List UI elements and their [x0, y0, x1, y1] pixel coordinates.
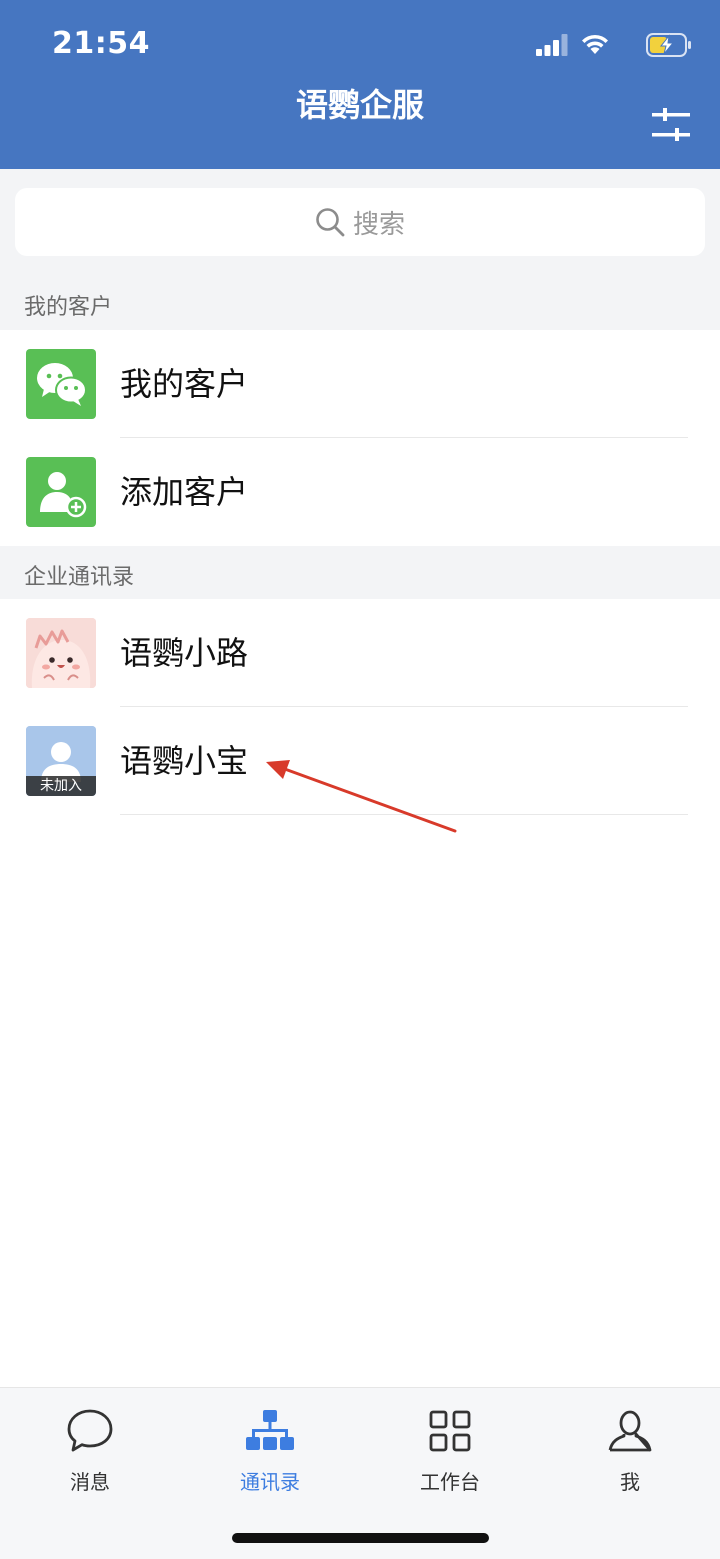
tab-label: 消息: [70, 1470, 110, 1494]
chat-bubble-icon: [67, 1409, 113, 1452]
annotation-arrow: [266, 760, 457, 833]
org-chart-icon: [246, 1410, 294, 1450]
tab-label: 我: [620, 1470, 640, 1494]
tab-me[interactable]: 我: [560, 1408, 700, 1495]
grid-icon: [429, 1410, 471, 1452]
person-icon: [608, 1410, 652, 1452]
home-indicator: [232, 1533, 489, 1543]
tab-label: 工作台: [420, 1470, 480, 1494]
tab-messages[interactable]: 消息: [20, 1408, 160, 1495]
tab-label: 通讯录: [240, 1470, 300, 1494]
tab-workbench[interactable]: 工作台: [380, 1408, 520, 1495]
tab-contacts[interactable]: 通讯录: [200, 1408, 340, 1495]
